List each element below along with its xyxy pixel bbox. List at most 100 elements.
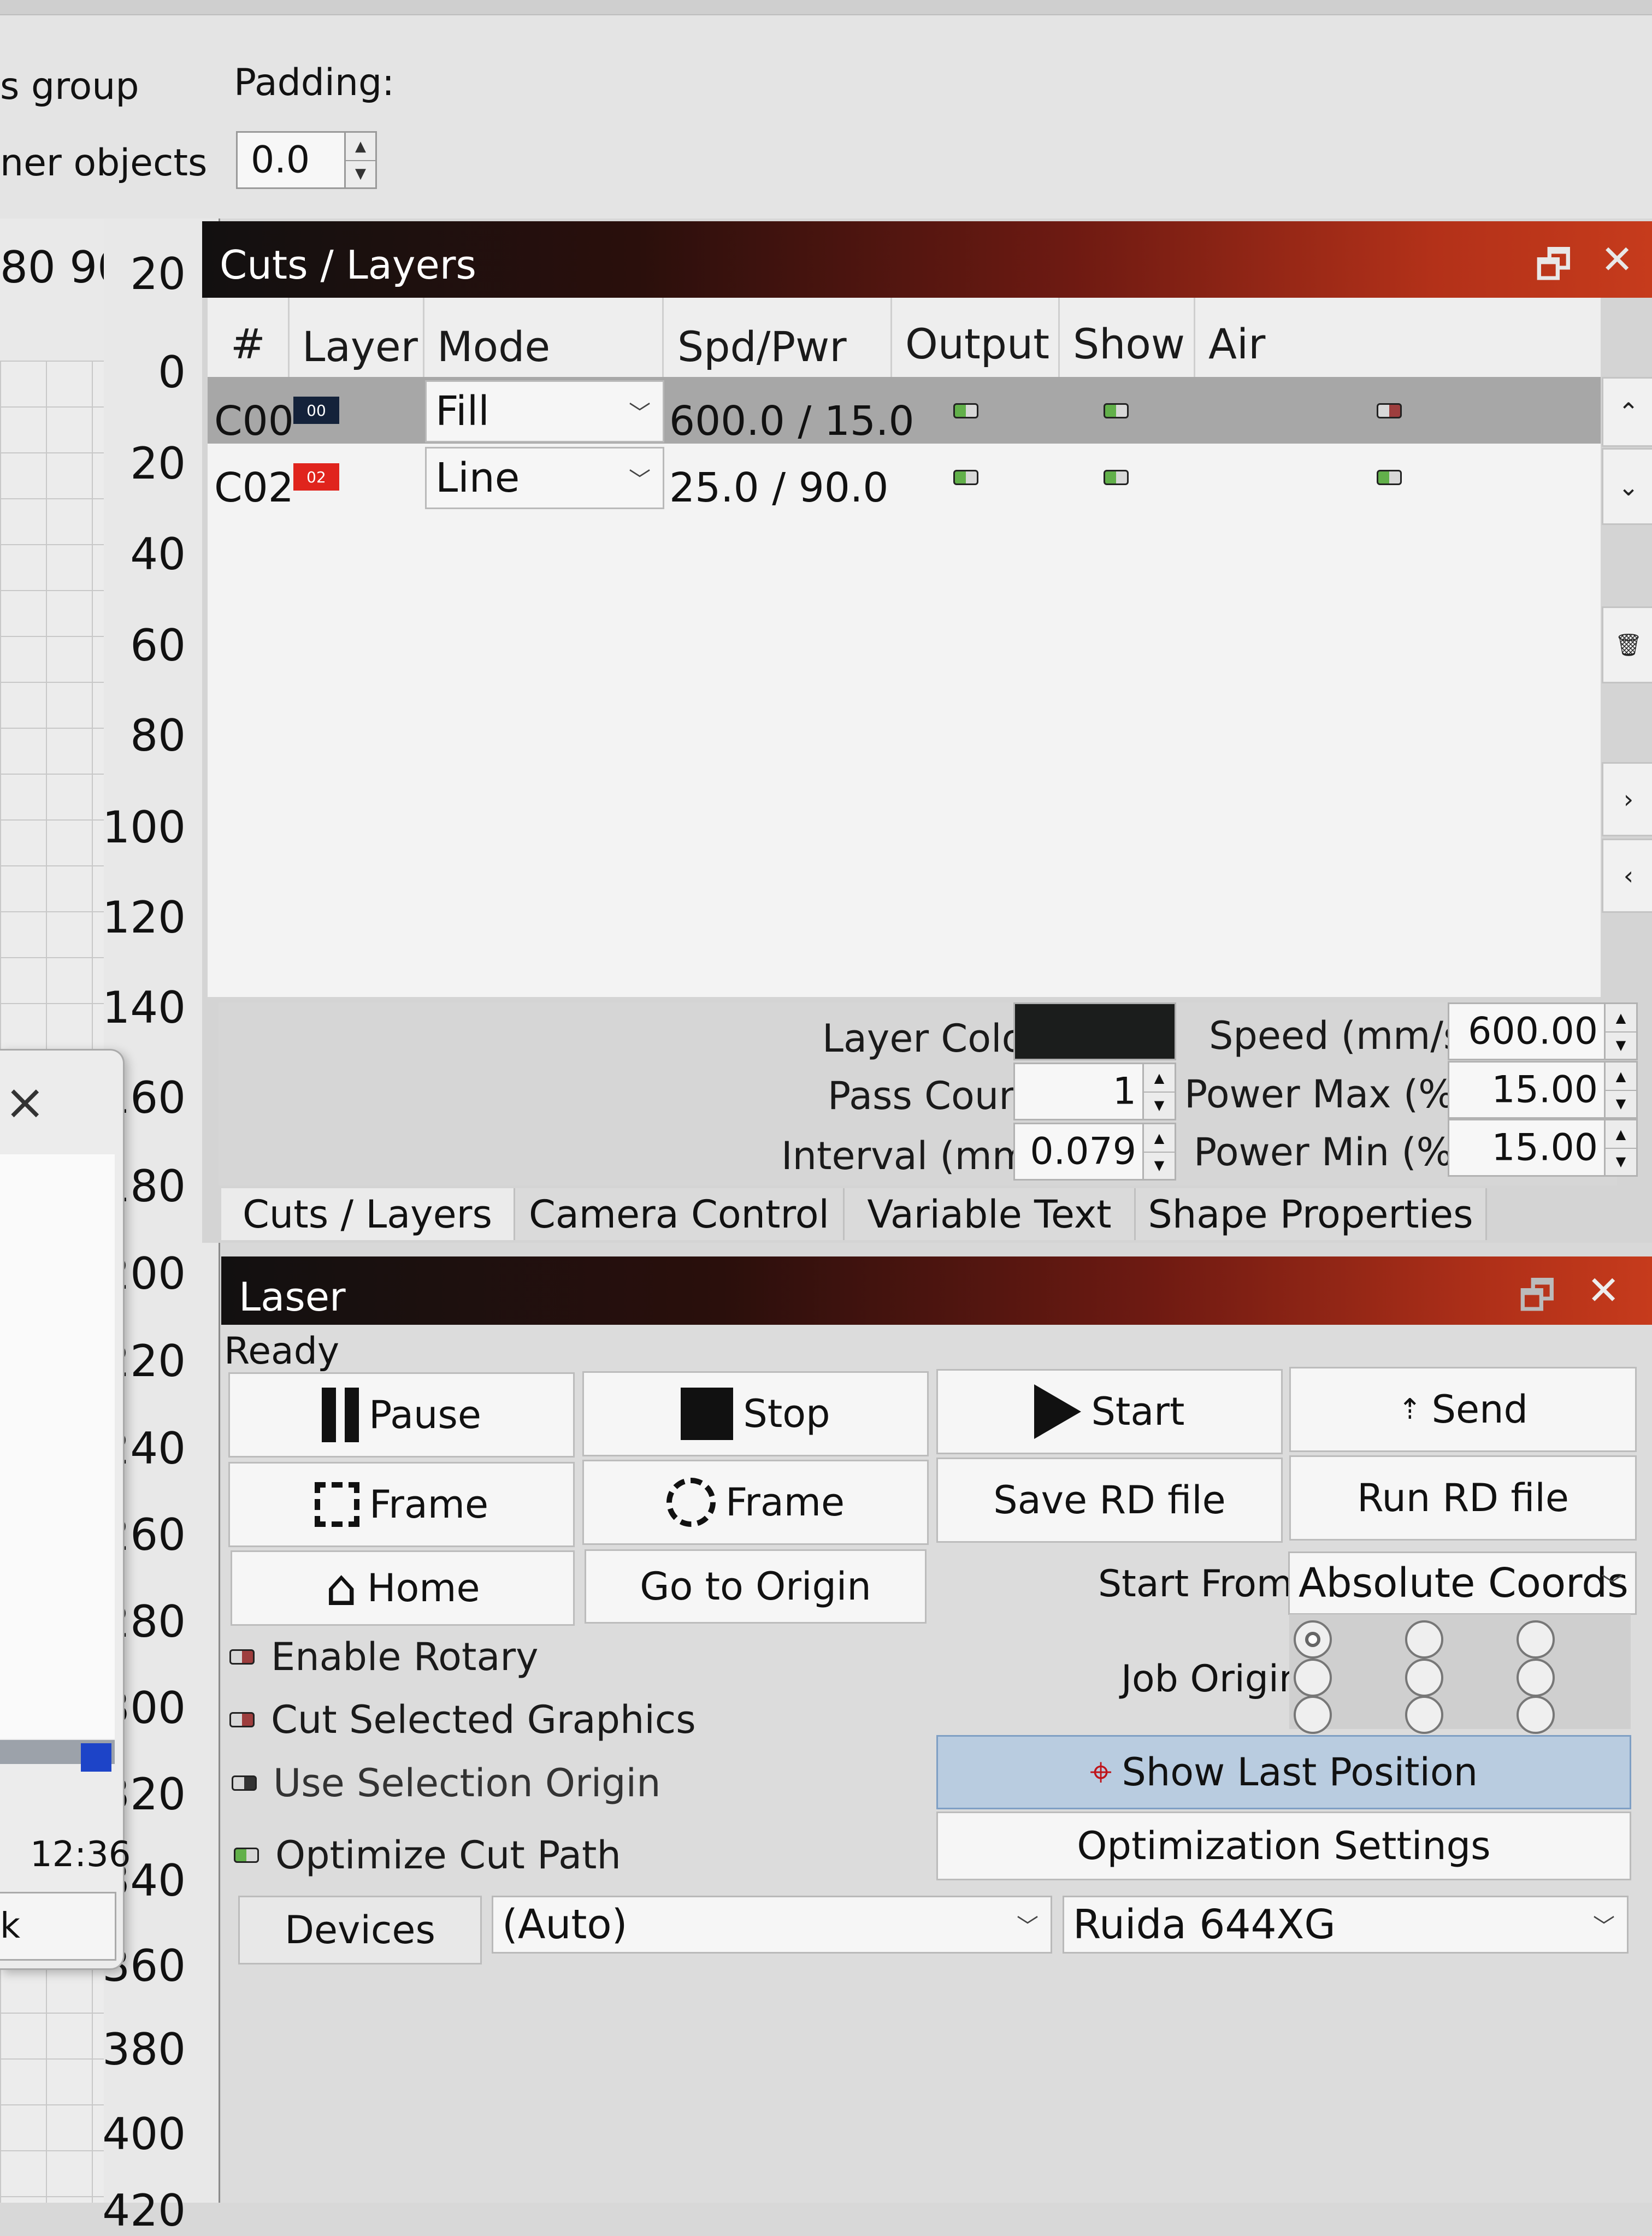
layer-row[interactable]: C02 02 Line ﹀ 25.0 / 90.0 — [208, 444, 1601, 511]
padding-value[interactable]: 0.0 — [251, 139, 310, 182]
tab-variable-text[interactable]: Variable Text — [845, 1188, 1136, 1240]
layer-color-swatch[interactable]: 02 — [293, 463, 339, 491]
move-layer-up-icon[interactable]: ⌃ — [1602, 377, 1652, 447]
arrow-down-icon[interactable]: ▼ — [1606, 1148, 1636, 1175]
show-last-position-button[interactable]: ⌖ Show Last Position — [936, 1735, 1631, 1809]
close-icon[interactable]: × — [4, 1078, 45, 1127]
go-to-origin-button[interactable]: Go to Origin — [585, 1549, 927, 1624]
column-divider — [662, 298, 664, 377]
layer-color-label: Layer Color — [822, 1016, 1041, 1061]
close-icon[interactable]: ✕ — [1587, 1267, 1620, 1313]
move-layer-down-icon[interactable]: ⌄ — [1602, 448, 1652, 525]
dialog-body — [0, 1154, 115, 1739]
origin-center-radio[interactable] — [1405, 1659, 1443, 1697]
port-select[interactable]: (Auto) ﹀ — [492, 1896, 1052, 1954]
column-header-layer[interactable]: Layer — [302, 322, 418, 371]
padding-up-arrow-icon[interactable]: ▲ — [346, 133, 375, 161]
objects-label: ner objects — [0, 141, 208, 185]
optimize-cut-path-checkbox[interactable]: Optimize Cut Path — [234, 1833, 621, 1878]
frame-circle-button[interactable]: Frame — [582, 1460, 929, 1545]
padding-spinbox[interactable]: 0.0 ▲ ▼ — [236, 131, 377, 189]
origin-top-left-radio[interactable] — [1294, 1620, 1332, 1659]
restore-window-icon[interactable]: 🗗 — [1535, 237, 1572, 303]
laser-title: Laser — [239, 1274, 346, 1320]
power-max-value[interactable]: 15.00 — [1491, 1069, 1598, 1112]
origin-bottom-right-radio[interactable] — [1517, 1696, 1555, 1734]
controller-select[interactable]: Ruida 644XG ﹀ — [1063, 1896, 1629, 1954]
dialog-ok-button[interactable]: k — [0, 1892, 116, 1961]
origin-bottom-center-radio[interactable] — [1405, 1696, 1443, 1734]
mode-select[interactable]: Line ﹀ — [425, 447, 664, 509]
air-toggle[interactable] — [1377, 403, 1402, 418]
pass-count-value[interactable]: 1 — [1113, 1070, 1136, 1113]
toggle-off-icon — [232, 1775, 257, 1791]
ruler-label: 80 — [130, 710, 186, 761]
ruler-label: 20 — [130, 249, 186, 299]
padding-down-arrow-icon[interactable]: ▼ — [346, 160, 375, 187]
output-toggle[interactable] — [953, 470, 978, 485]
pass-count-spinbox[interactable]: 1 ▲ ▼ — [1013, 1063, 1176, 1120]
column-header-air[interactable]: Air — [1208, 320, 1265, 368]
stop-button[interactable]: Stop — [582, 1371, 929, 1456]
power-min-spinbox[interactable]: 15.00 ▲ ▼ — [1448, 1119, 1638, 1177]
origin-top-center-radio[interactable] — [1405, 1620, 1443, 1659]
pause-button[interactable]: Pause — [228, 1372, 575, 1458]
arrow-up-icon[interactable]: ▲ — [1144, 1064, 1175, 1093]
cut-selected-graphics-checkbox[interactable]: Cut Selected Graphics — [229, 1697, 696, 1742]
chevron-left-icon[interactable]: ‹ — [1602, 839, 1652, 913]
arrow-down-icon[interactable]: ▼ — [1144, 1092, 1175, 1119]
power-max-spinbox[interactable]: 15.00 ▲ ▼ — [1448, 1061, 1638, 1119]
cuts-layers-titlebar[interactable]: Cuts / Layers 🗗 ✕ — [202, 221, 1652, 298]
show-toggle[interactable] — [1104, 470, 1129, 485]
close-icon[interactable]: ✕ — [1601, 237, 1633, 282]
layer-color-swatch[interactable]: 00 — [293, 397, 339, 424]
air-toggle[interactable] — [1377, 470, 1402, 485]
tab-cuts-layers[interactable]: Cuts / Layers — [221, 1188, 515, 1240]
send-button[interactable]: ⇡ Send — [1289, 1367, 1637, 1452]
arrow-up-icon[interactable]: ▲ — [1606, 1004, 1636, 1033]
layer-color-picker[interactable] — [1013, 1002, 1176, 1060]
devices-button[interactable]: Devices — [238, 1896, 482, 1964]
chevron-down-icon: ﹀ — [629, 468, 651, 493]
origin-middle-right-radio[interactable] — [1517, 1659, 1555, 1697]
start-button[interactable]: Start — [936, 1369, 1283, 1454]
home-button[interactable]: ⌂ Home — [231, 1550, 575, 1626]
save-rd-file-button[interactable]: Save RD file — [936, 1458, 1283, 1543]
output-toggle[interactable] — [953, 403, 978, 418]
show-toggle[interactable] — [1104, 403, 1129, 418]
arrow-down-icon[interactable]: ▼ — [1606, 1031, 1636, 1059]
origin-top-right-radio[interactable] — [1517, 1620, 1555, 1659]
laser-titlebar[interactable]: Laser 🗗 ✕ — [221, 1256, 1652, 1325]
layer-row-selected[interactable]: C00 00 Fill ﹀ 600.0 / 15.0 — [208, 377, 1601, 445]
restore-window-icon[interactable]: 🗗 — [1519, 1267, 1556, 1334]
arrow-down-icon[interactable]: ▼ — [1606, 1090, 1636, 1117]
chevron-right-icon[interactable]: › — [1602, 762, 1652, 836]
trash-icon[interactable]: 🗑 — [1602, 606, 1652, 683]
tab-shape-properties[interactable]: Shape Properties — [1136, 1188, 1487, 1240]
column-header-number[interactable]: # — [231, 320, 266, 368]
frame-rect-button[interactable]: Frame — [228, 1462, 575, 1547]
speed-value[interactable]: 600.00 — [1468, 1010, 1598, 1053]
arrow-up-icon[interactable]: ▲ — [1606, 1120, 1636, 1149]
enable-rotary-checkbox[interactable]: Enable Rotary — [229, 1635, 539, 1679]
tab-camera-control[interactable]: Camera Control — [515, 1188, 845, 1240]
optimization-settings-button[interactable]: Optimization Settings — [936, 1812, 1631, 1880]
arrow-up-icon[interactable]: ▲ — [1606, 1063, 1636, 1091]
start-from-select[interactable]: Absolute Coords ﹀ — [1288, 1551, 1637, 1615]
column-header-spd-pwr[interactable]: Spd/Pwr — [677, 322, 847, 371]
column-header-mode[interactable]: Mode — [437, 322, 550, 371]
column-header-output[interactable]: Output — [905, 320, 1049, 368]
interval-spinbox[interactable]: 0.079 ▲ ▼ — [1013, 1123, 1176, 1181]
mode-select[interactable]: Fill ﹀ — [425, 380, 664, 443]
power-min-value[interactable]: 15.00 — [1491, 1126, 1598, 1170]
origin-middle-left-radio[interactable] — [1294, 1659, 1332, 1697]
speed-spinbox[interactable]: 600.00 ▲ ▼ — [1448, 1002, 1638, 1060]
run-rd-file-button[interactable]: Run RD file — [1289, 1455, 1637, 1541]
start-label: Start — [1091, 1389, 1185, 1434]
use-selection-origin-checkbox[interactable]: Use Selection Origin — [232, 1761, 660, 1806]
arrow-up-icon[interactable]: ▲ — [1144, 1124, 1175, 1153]
interval-value[interactable]: 0.079 — [1030, 1130, 1136, 1173]
origin-bottom-left-radio[interactable] — [1294, 1696, 1332, 1734]
column-header-show[interactable]: Show — [1073, 320, 1185, 368]
arrow-down-icon[interactable]: ▼ — [1144, 1152, 1175, 1179]
